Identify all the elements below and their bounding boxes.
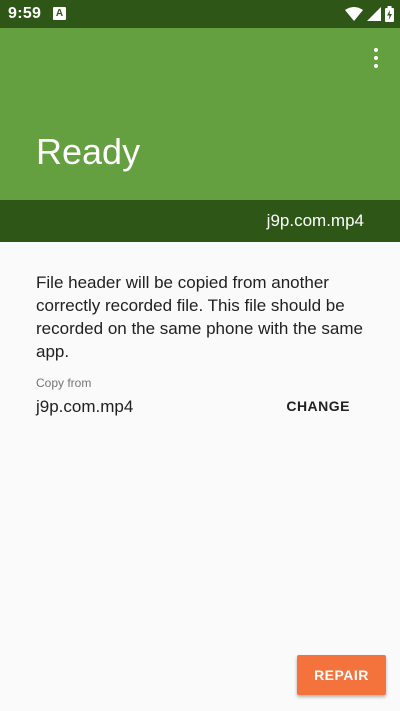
copy-from-label: Copy from xyxy=(36,376,92,390)
repair-button[interactable]: REPAIR xyxy=(297,655,386,695)
more-vert-icon[interactable] xyxy=(366,46,386,70)
app-screen: 9:59 A Ready j9p.com.mp4 File header wil xyxy=(0,0,400,711)
signal-icon xyxy=(367,7,381,21)
copy-from-file: j9p.com.mp4 xyxy=(36,397,134,416)
status-time: 9:59 xyxy=(8,5,42,22)
description-text: File header will be copied from another … xyxy=(36,273,363,361)
change-button[interactable]: CHANGE xyxy=(282,396,354,416)
app-header: Ready xyxy=(0,28,400,200)
main-content: File header will be copied from another … xyxy=(0,242,400,711)
page-title: Ready xyxy=(36,131,141,172)
status-bar: 9:59 A xyxy=(0,0,400,28)
status-icons xyxy=(345,5,394,23)
file-name: j9p.com.mp4 xyxy=(266,211,364,230)
wifi-icon xyxy=(345,7,363,21)
app-notification-icon: A xyxy=(53,7,66,20)
battery-charging-icon xyxy=(385,6,394,22)
file-bar: j9p.com.mp4 xyxy=(0,200,400,242)
